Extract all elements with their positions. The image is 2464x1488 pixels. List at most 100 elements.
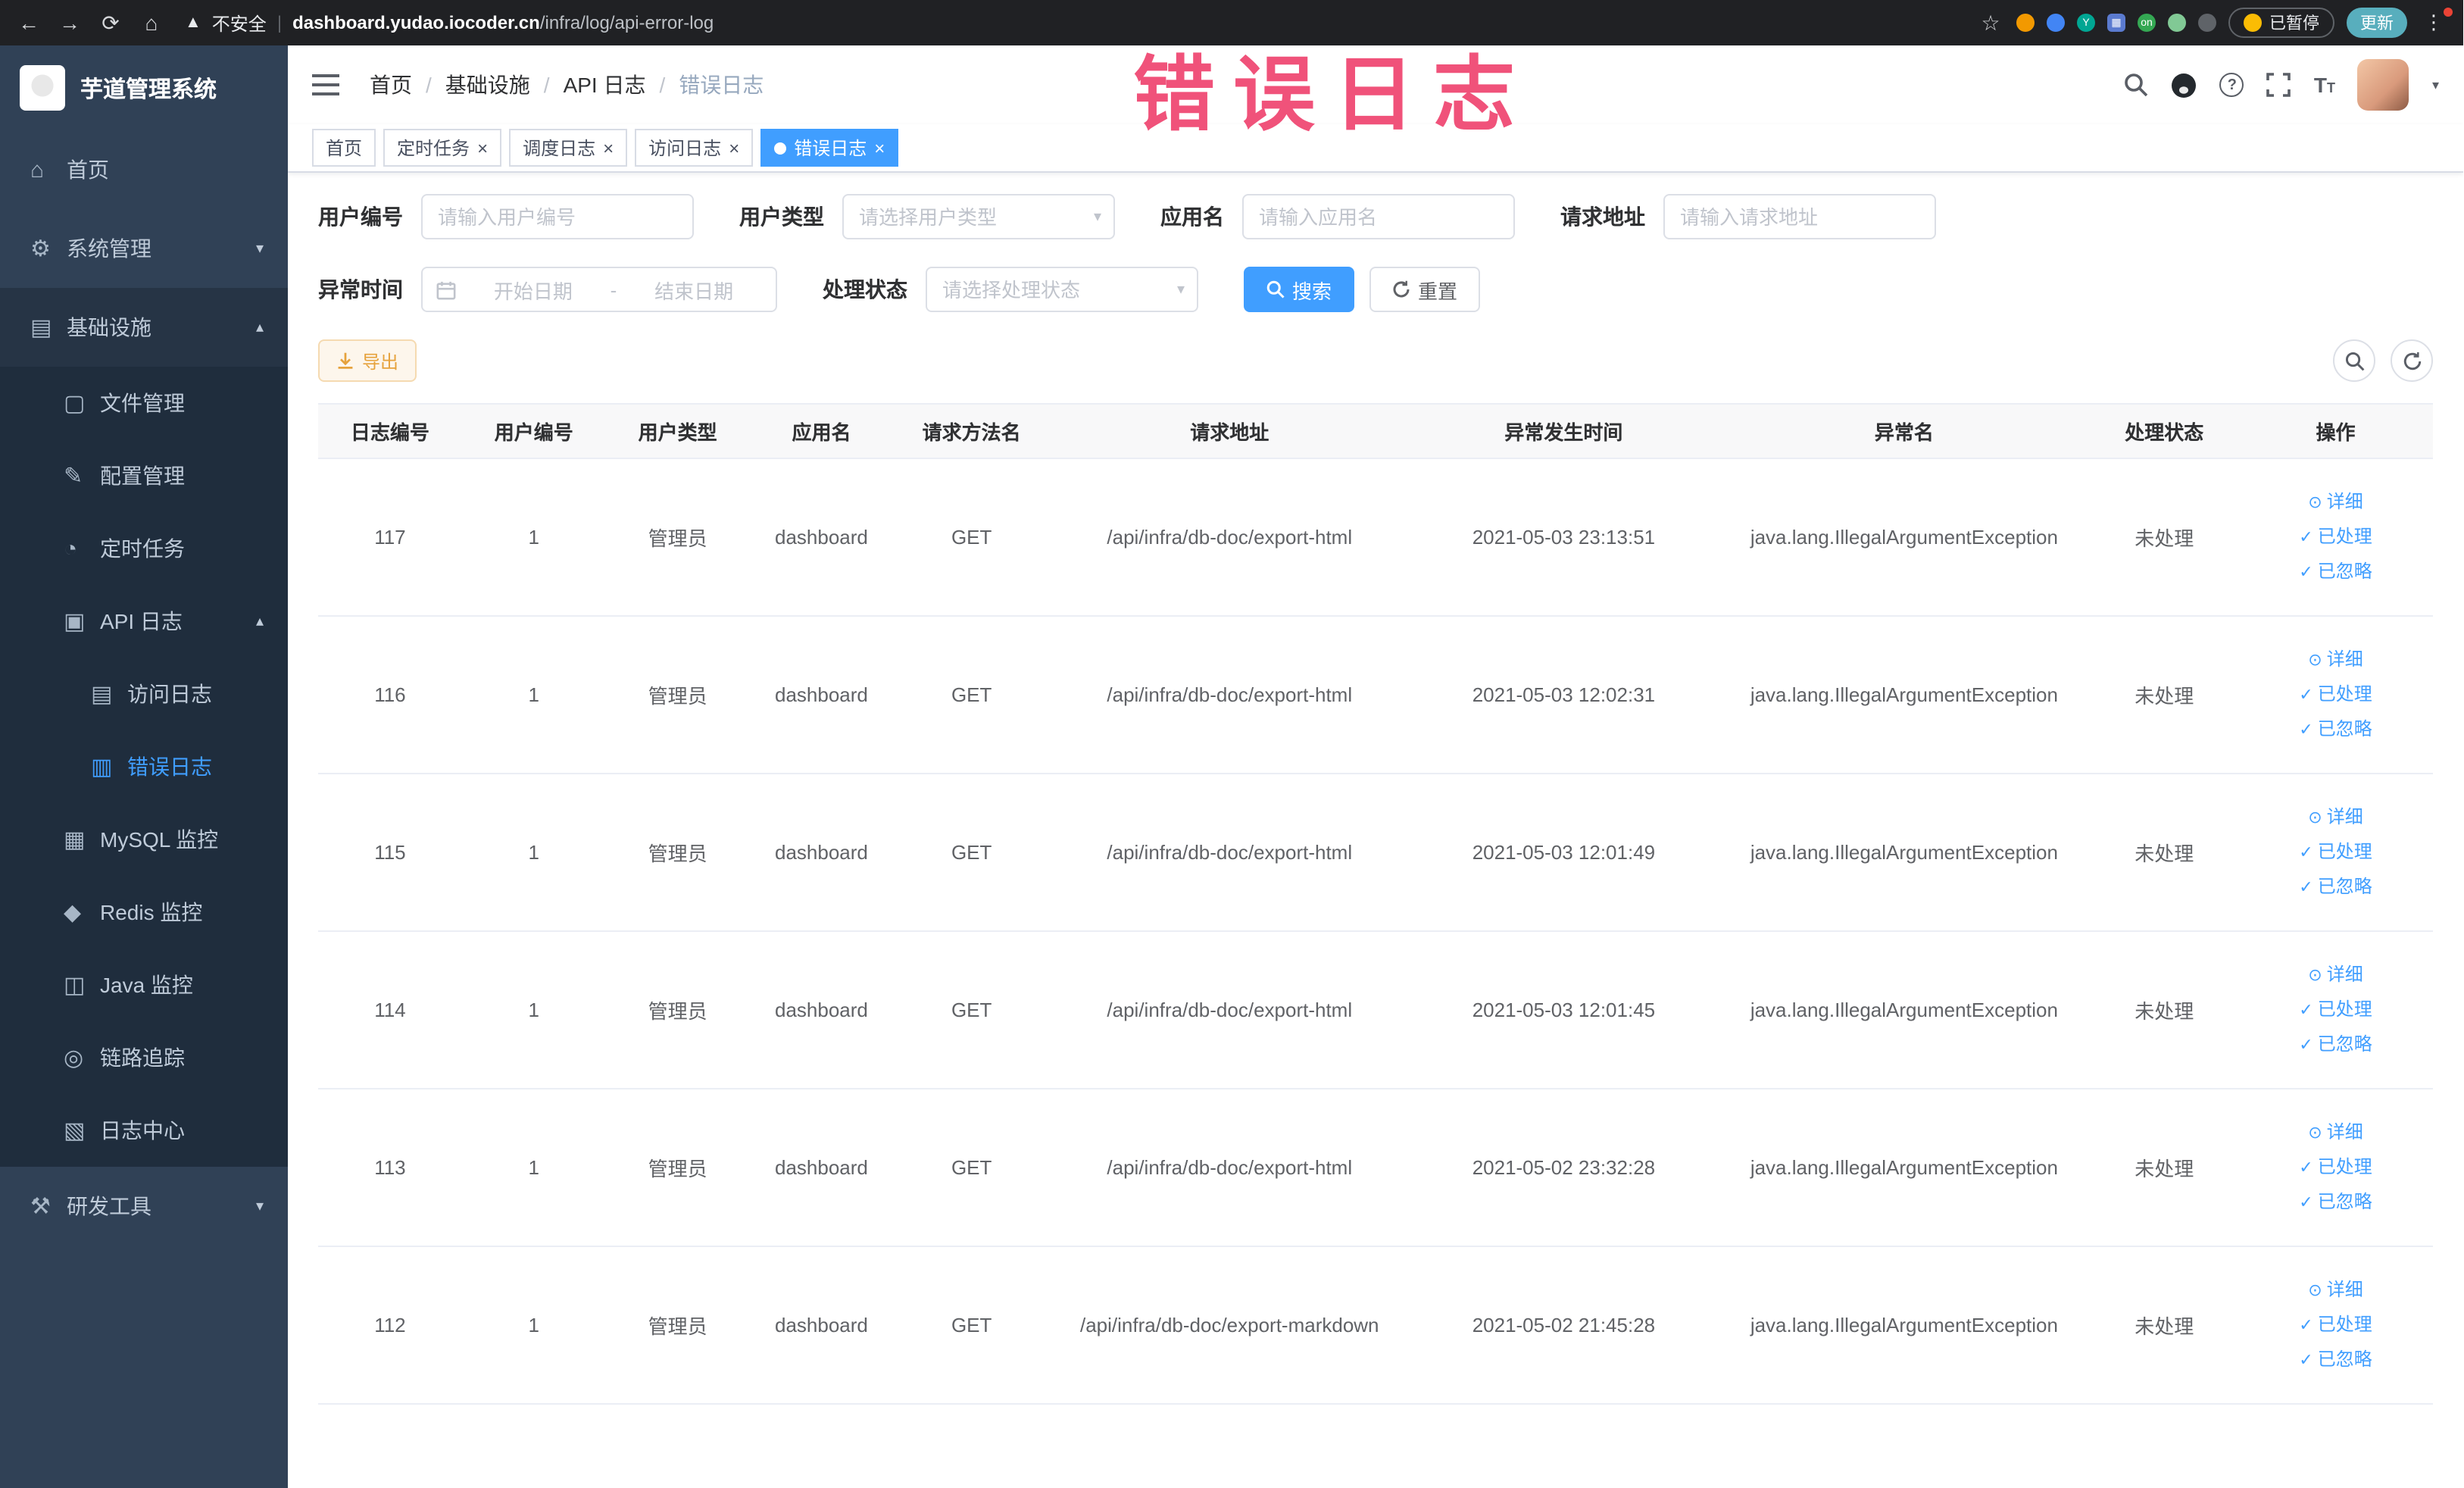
action-detail-link[interactable]: ⊙ 详细 xyxy=(2247,1115,2424,1150)
reload-icon[interactable]: ⟳ xyxy=(97,10,124,36)
cell-time: 2021-05-03 23:13:51 xyxy=(1409,458,1719,617)
sidebar-item-java[interactable]: ◫ Java 监控 xyxy=(0,949,288,1021)
date-range-picker[interactable]: 开始日期 - 结束日期 xyxy=(421,267,777,312)
cell-id: 114 xyxy=(318,931,462,1089)
extension-icon[interactable]: Y xyxy=(2077,14,2095,32)
breadcrumb-item[interactable]: 首页 xyxy=(370,70,412,100)
sidebar-item-config[interactable]: ✎ 配置管理 xyxy=(0,439,288,512)
refresh-table-button[interactable] xyxy=(2391,339,2433,382)
sidebar-item-job[interactable]: ◔ 定时任务 xyxy=(0,512,288,585)
action-processed-link[interactable]: ✓ 已处理 xyxy=(2247,677,2424,712)
column-header: 用户类型 xyxy=(605,403,750,459)
export-button[interactable]: 导出 xyxy=(318,339,417,382)
back-icon[interactable]: ← xyxy=(15,11,42,35)
close-icon[interactable]: × xyxy=(477,139,488,157)
action-detail-link[interactable]: ⊙ 详细 xyxy=(2247,800,2424,835)
font-size-icon[interactable]: TT xyxy=(2314,73,2335,97)
sidebar-item-infra[interactable]: ▤ 基础设施 ▴ xyxy=(0,288,288,367)
sidebar-item-home[interactable]: ⌂ 首页 xyxy=(0,130,288,209)
action-detail-link[interactable]: ⊙ 详细 xyxy=(2247,642,2424,677)
cell-app: dashboard xyxy=(749,1246,894,1405)
action-processed-link[interactable]: ✓ 已处理 xyxy=(2247,1308,2424,1343)
eye-icon: ⊙ xyxy=(2308,1124,2322,1143)
cell-actions: ⊙ 详细 ✓ 已处理 ✓ 已忽略 xyxy=(2238,458,2433,617)
search-button[interactable]: 搜索 xyxy=(1244,267,1355,312)
extension-icon[interactable] xyxy=(2047,14,2065,32)
extension-icon[interactable] xyxy=(2016,14,2035,32)
app-name-input[interactable] xyxy=(1242,194,1515,239)
breadcrumb-item[interactable]: API 日志 xyxy=(564,70,646,100)
check-icon: ✓ xyxy=(2299,1317,2313,1335)
process-status-select[interactable] xyxy=(926,267,1198,312)
close-icon[interactable]: × xyxy=(729,139,739,157)
help-icon[interactable]: ? xyxy=(2219,73,2244,97)
filter-user-id: 用户编号 xyxy=(318,194,694,239)
close-icon[interactable]: × xyxy=(603,139,614,157)
action-detail-link[interactable]: ⊙ 详细 xyxy=(2247,1273,2424,1308)
browser-update-button[interactable]: 更新 xyxy=(2347,8,2407,38)
home-icon: ⌂ xyxy=(30,157,45,183)
chevron-down-icon[interactable]: ▾ xyxy=(2432,77,2439,93)
tab-2[interactable]: 调度日志 × xyxy=(509,129,628,167)
tab-0[interactable]: 首页 xyxy=(312,129,376,167)
action-ignore-link[interactable]: ✓ 已忽略 xyxy=(2247,1027,2424,1062)
sidebar-item-redis[interactable]: ◆ Redis 监控 xyxy=(0,876,288,949)
action-label: 详细 xyxy=(2326,1121,2363,1143)
security-label: 不安全 xyxy=(211,13,267,34)
tab-1[interactable]: 定时任务 × xyxy=(383,129,502,167)
action-processed-link[interactable]: ✓ 已处理 xyxy=(2247,1150,2424,1185)
tab-4[interactable]: 错误日志 × xyxy=(760,129,899,167)
action-processed-link[interactable]: ✓ 已处理 xyxy=(2247,835,2424,870)
field-label: 处理状态 xyxy=(823,277,907,302)
address-bar[interactable]: ▲ 不安全 | dashboard.yudao.iocoder.cn/infra… xyxy=(179,10,1963,36)
action-ignore-link[interactable]: ✓ 已忽略 xyxy=(2247,870,2424,905)
action-ignore-link[interactable]: ✓ 已忽略 xyxy=(2247,1343,2424,1377)
action-ignore-link[interactable]: ✓ 已忽略 xyxy=(2247,1185,2424,1220)
close-icon[interactable]: × xyxy=(874,139,885,157)
cell-url: /api/infra/db-doc/export-html xyxy=(1049,616,1410,774)
sidebar-item-log-center[interactable]: ▧ 日志中心 xyxy=(0,1094,288,1167)
hamburger-icon[interactable] xyxy=(312,74,342,95)
action-processed-link[interactable]: ✓ 已处理 xyxy=(2247,993,2424,1027)
github-icon[interactable] xyxy=(2172,72,2197,98)
breadcrumb-item[interactable]: 基础设施 xyxy=(445,70,530,100)
extension-puzzle-icon[interactable] xyxy=(2198,14,2216,32)
reset-label: 重置 xyxy=(1418,280,1458,302)
user-type-select[interactable] xyxy=(842,194,1115,239)
extensions-grid-icon[interactable]: ▦ xyxy=(2107,14,2125,32)
field-label: 应用名 xyxy=(1160,205,1224,229)
sidebar-item-system[interactable]: ⚙ 系统管理 ▾ xyxy=(0,209,288,288)
sidebar-item-label: Redis 监控 xyxy=(100,900,203,924)
sidebar-item-label: 链路追踪 xyxy=(100,1046,185,1070)
sidebar-item-error-log[interactable]: ▥ 错误日志 xyxy=(0,730,288,803)
sidebar-item-devtools[interactable]: ⚒ 研发工具 ▾ xyxy=(0,1167,288,1246)
sidebar-item-access-log[interactable]: ▤ 访问日志 xyxy=(0,658,288,730)
tampermonkey-paused-button[interactable]: 已暂停 xyxy=(2228,8,2334,38)
action-label: 已忽略 xyxy=(2317,561,2372,582)
tab-3[interactable]: 访问日志 × xyxy=(635,129,754,167)
sidebar-item-mysql[interactable]: ▦ MySQL 监控 xyxy=(0,803,288,876)
extension-icon[interactable] xyxy=(2168,14,2186,32)
forward-icon[interactable]: → xyxy=(56,11,83,35)
action-detail-link[interactable]: ⊙ 详细 xyxy=(2247,958,2424,993)
fullscreen-icon[interactable] xyxy=(2267,73,2291,97)
home-icon[interactable]: ⌂ xyxy=(138,11,165,35)
action-ignore-link[interactable]: ✓ 已忽略 xyxy=(2247,712,2424,747)
sidebar-item-trace[interactable]: ◎ 链路追踪 xyxy=(0,1021,288,1094)
action-ignore-link[interactable]: ✓ 已忽略 xyxy=(2247,555,2424,589)
request-url-input[interactable] xyxy=(1663,194,1936,239)
action-processed-link[interactable]: ✓ 已处理 xyxy=(2247,520,2424,555)
app-logo[interactable]: 芋道管理系统 xyxy=(0,45,288,130)
browser-menu-icon[interactable]: ⋮ xyxy=(2419,8,2453,35)
avatar[interactable] xyxy=(2357,59,2409,111)
bookmark-star-icon[interactable]: ☆ xyxy=(1977,10,2004,36)
sidebar-item-api-log[interactable]: ▣ API 日志 ▴ xyxy=(0,585,288,658)
extension-icon[interactable]: on xyxy=(2138,14,2156,32)
sidebar-item-file[interactable]: ▢ 文件管理 xyxy=(0,367,288,439)
cell-time: 2021-05-03 12:01:45 xyxy=(1409,931,1719,1089)
user-id-input[interactable] xyxy=(421,194,694,239)
reset-button[interactable]: 重置 xyxy=(1369,267,1481,312)
action-detail-link[interactable]: ⊙ 详细 xyxy=(2247,485,2424,520)
search-icon[interactable] xyxy=(2125,73,2149,97)
toggle-search-button[interactable] xyxy=(2333,339,2375,382)
